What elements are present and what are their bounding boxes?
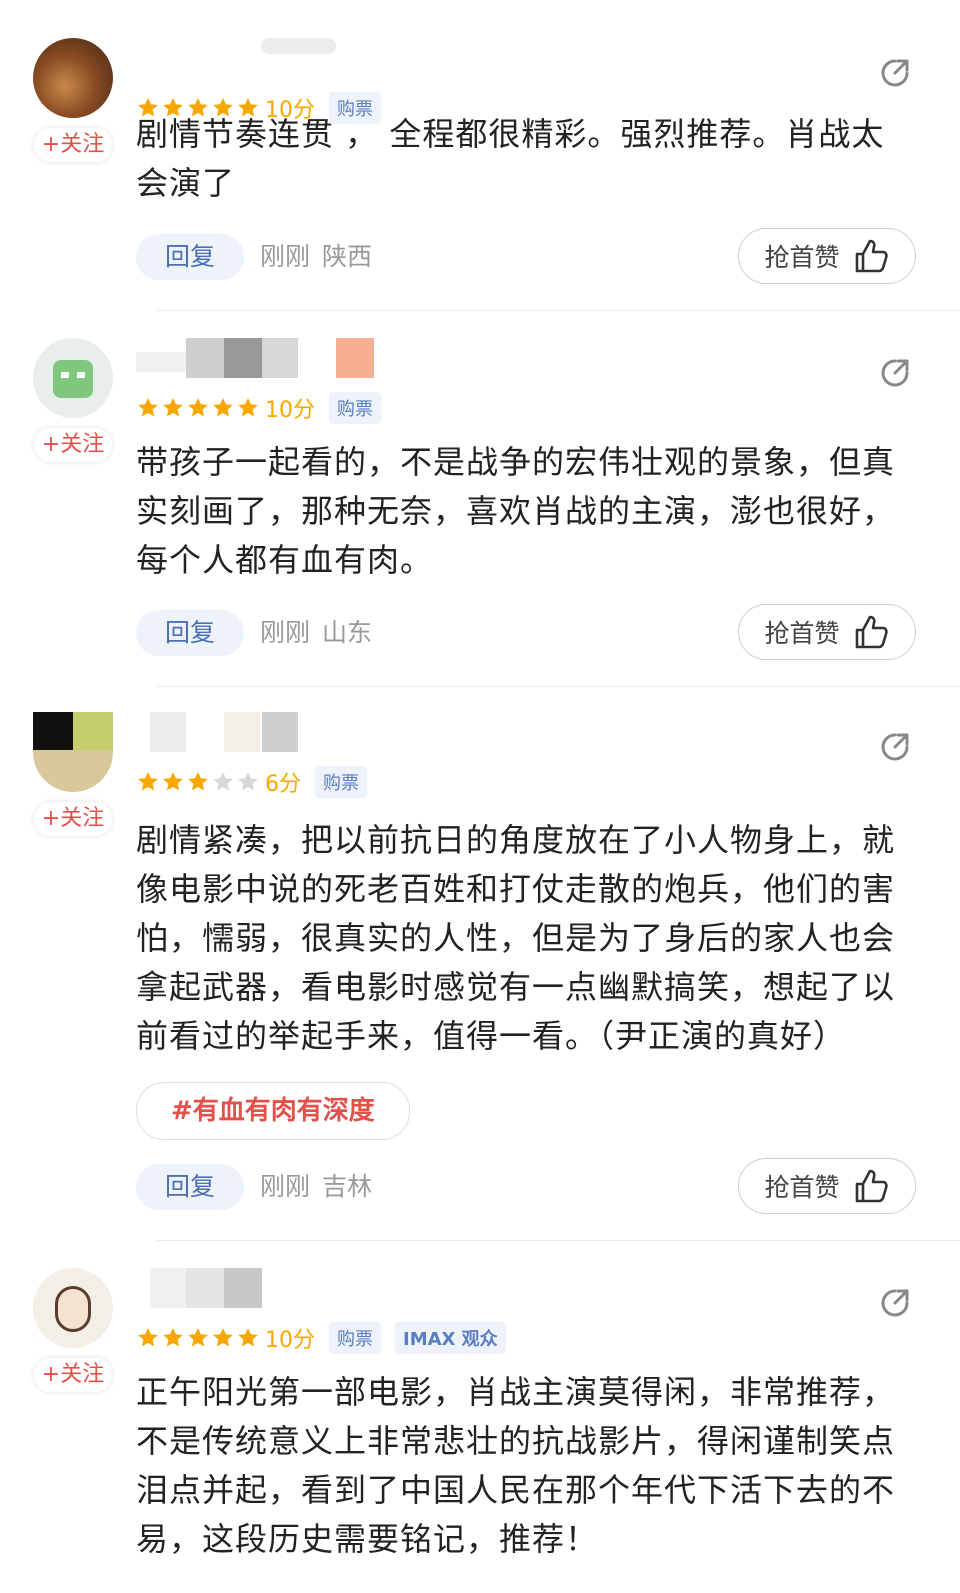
star-icon: [186, 770, 210, 794]
avatar[interactable]: [33, 338, 113, 418]
timestamp: 刚刚: [260, 1172, 311, 1201]
follow-button[interactable]: +关注: [34, 128, 112, 162]
location: 陕西: [322, 242, 373, 271]
timestamp: 刚刚: [260, 618, 311, 647]
comment-text: 带孩子一起看的，不是战争的宏伟壮观的景象，但真实刻画了，那种无奈，喜欢肖战的主演…: [136, 443, 896, 579]
comment-actions: 回复 刚刚 山东 抢首赞: [136, 604, 916, 662]
comment-text: 剧情节奏连贯 ， 全程都很精彩。强烈推荐。肖战太会演了: [136, 115, 885, 202]
follow-button[interactable]: +关注: [34, 428, 112, 462]
star-icon: [161, 396, 185, 420]
topic-tag[interactable]: #有血有肉有深度: [136, 1082, 410, 1140]
ticket-tag: 购票: [329, 392, 381, 424]
follow-button[interactable]: +关注: [34, 1358, 112, 1392]
avatar[interactable]: [33, 38, 113, 118]
location: 山东: [322, 618, 373, 647]
reply-button[interactable]: 回复: [136, 610, 244, 656]
rating-score: 6分: [265, 772, 301, 797]
star-icon: [186, 396, 210, 420]
star-rating: [136, 770, 261, 794]
avatar[interactable]: [33, 1268, 113, 1348]
star-rating: [136, 1326, 261, 1350]
star-icon: [136, 1326, 160, 1350]
rating-row: 10分 购票: [136, 388, 395, 428]
share-icon[interactable]: [878, 56, 912, 90]
like-button[interactable]: 抢首赞: [738, 1158, 916, 1214]
thumbs-up-icon: [852, 237, 890, 275]
avatar-lower: [33, 750, 113, 792]
star-icon: [211, 1326, 235, 1350]
star-icon: [236, 770, 260, 794]
divider: [156, 1240, 960, 1241]
star-icon: [136, 396, 160, 420]
reply-button[interactable]: 回复: [136, 234, 244, 280]
star-icon: [211, 770, 235, 794]
star-icon: [186, 1326, 210, 1350]
star-icon: [161, 770, 185, 794]
comment-text: 剧情紧凑，把以前抗日的角度放在了小人物身上，就像电影中说的死老百姓和打仗走散的炮…: [136, 821, 896, 1055]
comment-meta: 刚刚 陕西: [260, 234, 384, 280]
rating-score: 10分: [265, 1328, 315, 1353]
thumbs-up-icon: [852, 1167, 890, 1205]
follow-button[interactable]: +关注: [34, 802, 112, 836]
divider: [156, 310, 960, 311]
divider: [156, 686, 960, 687]
imax-tag: IMAX 观众: [395, 1322, 506, 1354]
ticket-tag: 购票: [315, 766, 367, 798]
star-icon: [236, 396, 260, 420]
ticket-tag: 购票: [329, 1322, 381, 1354]
location: 吉林: [322, 1172, 373, 1201]
rating-score: 10分: [265, 398, 315, 423]
comment-meta: 刚刚 山东: [260, 610, 384, 656]
like-label: 抢首赞: [764, 619, 840, 648]
star-icon: [136, 770, 160, 794]
avatar[interactable]: [33, 712, 113, 750]
like-button[interactable]: 抢首赞: [738, 228, 916, 284]
star-rating: [136, 396, 261, 420]
comment-actions: 回复 刚刚 吉林 抢首赞: [136, 1158, 916, 1216]
star-icon: [211, 396, 235, 420]
like-label: 抢首赞: [764, 1173, 840, 1202]
share-icon[interactable]: [878, 1286, 912, 1320]
share-icon[interactable]: [878, 356, 912, 390]
rating-row: 6分 购票: [136, 762, 381, 802]
like-label: 抢首赞: [764, 243, 840, 272]
comment-meta: 刚刚 吉林: [260, 1164, 384, 1210]
reply-button[interactable]: 回复: [136, 1164, 244, 1210]
comment-text: 正午阳光第一部电影，肖战主演莫得闲，非常推荐，不是传统意义上非常悲壮的抗战影片，…: [136, 1373, 896, 1558]
rating-row: 10分 购票 IMAX 观众: [136, 1318, 520, 1358]
comment-actions: 回复 刚刚 陕西 抢首赞: [136, 228, 916, 286]
star-icon: [236, 1326, 260, 1350]
star-icon: [161, 1326, 185, 1350]
like-button[interactable]: 抢首赞: [738, 604, 916, 660]
timestamp: 刚刚: [260, 242, 311, 271]
share-icon[interactable]: [878, 730, 912, 764]
thumbs-up-icon: [852, 613, 890, 651]
